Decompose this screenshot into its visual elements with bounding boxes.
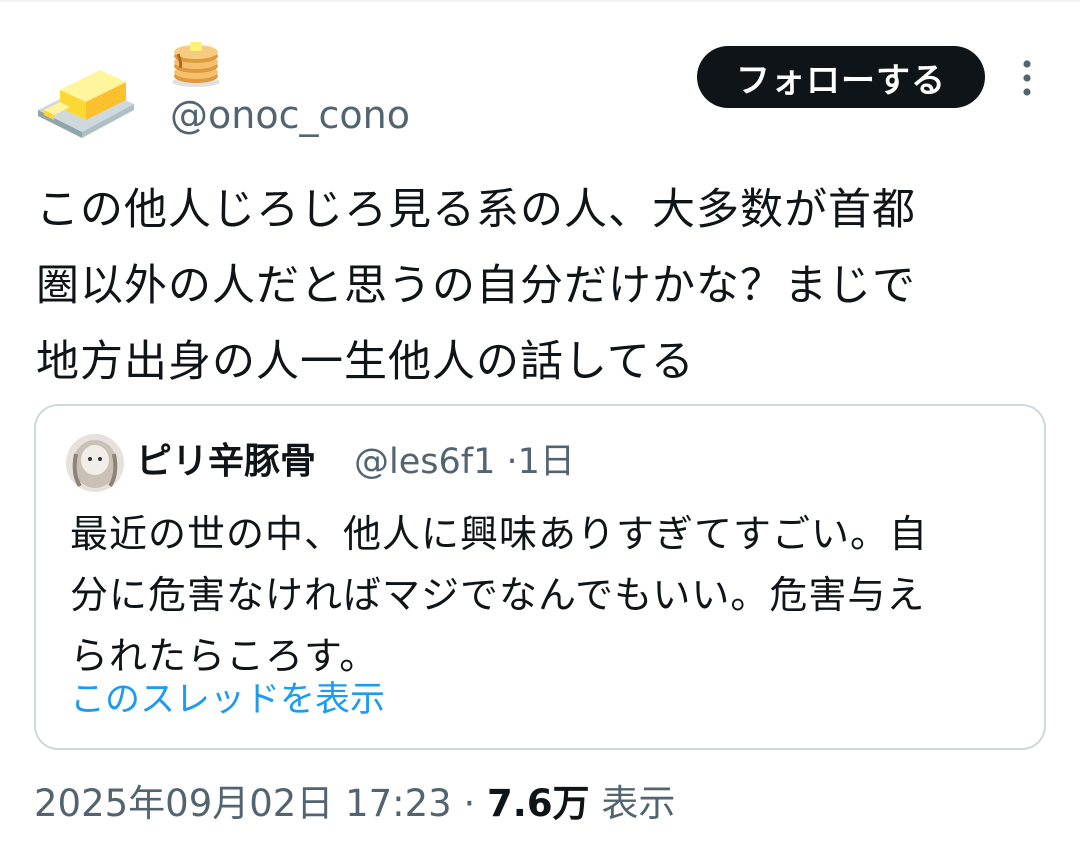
- quote-display-name[interactable]: ピリ辛豚骨: [136, 436, 316, 488]
- tweet-footer: 2025年09月02日 17:23 · 7.6万 表示: [34, 776, 675, 832]
- quote-text: 最近の世の中、他人に興味ありすぎてすごい。自 分に危害なければマジでなんでもいい…: [70, 512, 929, 678]
- display-name[interactable]: [168, 38, 224, 88]
- butter-icon: [38, 70, 134, 138]
- views-count[interactable]: 7.6万: [487, 782, 590, 825]
- profile-picture-icon: [66, 434, 124, 492]
- tweet-datetime[interactable]: 2025年09月02日 17:23: [34, 782, 452, 825]
- quote-handle[interactable]: @les6f1: [354, 442, 495, 482]
- quote-meta: @les6f1 ·1日: [354, 436, 575, 488]
- author-handle[interactable]: @onoc_cono: [170, 92, 410, 138]
- quote-tweet-card[interactable]: ピリ辛豚骨 @les6f1 ·1日 最近の世の中、他人に興味ありすぎてすごい。自…: [34, 404, 1046, 750]
- footer-separator: ·: [463, 782, 476, 825]
- more-vertical-icon[interactable]: [1016, 58, 1038, 98]
- views-label: 表示: [601, 782, 676, 825]
- show-thread-link[interactable]: このスレッドを表示: [70, 674, 385, 726]
- quote-avatar[interactable]: [66, 434, 124, 492]
- quote-time[interactable]: 1日: [518, 442, 575, 482]
- tweet-text: この他人じろじろ見る系の人、大多数が首都 圏以外の人だと思うの自分だけかな？まじ…: [36, 185, 916, 387]
- follow-button[interactable]: フォローする: [697, 46, 985, 108]
- author-avatar[interactable]: [30, 40, 140, 140]
- top-divider: [0, 0, 1080, 2]
- pancakes-icon: [172, 42, 220, 87]
- quote-separator: ·: [506, 442, 518, 482]
